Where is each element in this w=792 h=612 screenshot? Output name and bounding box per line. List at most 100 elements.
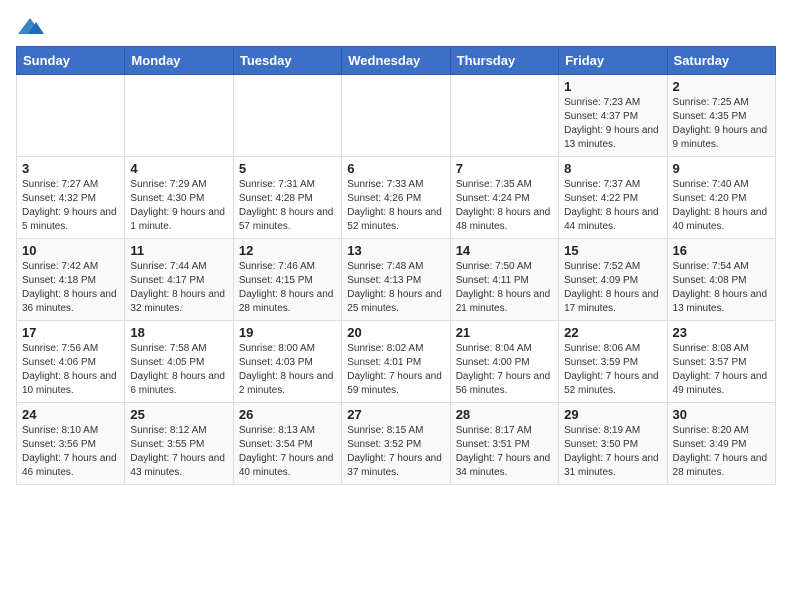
day-cell: 24 Sunrise: 8:10 AMSunset: 3:56 PMDayligh… (17, 403, 125, 485)
day-info: Sunrise: 7:42 AMSunset: 4:18 PMDaylight:… (22, 260, 119, 316)
day-info: Sunrise: 7:54 AMSunset: 4:08 PMDaylight:… (673, 260, 770, 316)
day-number: 30 (673, 407, 770, 422)
day-number: 23 (673, 325, 770, 340)
day-info: Sunrise: 8:00 AMSunset: 4:03 PMDaylight:… (239, 342, 336, 398)
day-cell: 11 Sunrise: 7:44 AMSunset: 4:17 PMDayligh… (125, 239, 233, 321)
day-cell: 15 Sunrise: 7:52 AMSunset: 4:09 PMDayligh… (559, 239, 667, 321)
week-row-2: 3 Sunrise: 7:27 AMSunset: 4:32 PMDaylight… (17, 157, 776, 239)
day-cell: 28Sunrise: 8:17 AMSunset: 3:51 PMDayligh… (450, 403, 558, 485)
day-cell: 20 Sunrise: 8:02 AMSunset: 4:01 PMDayligh… (342, 321, 450, 403)
day-cell: 17 Sunrise: 7:56 AMSunset: 4:06 PMDayligh… (17, 321, 125, 403)
day-info: Sunrise: 8:12 AMSunset: 3:55 PMDaylight:… (130, 424, 227, 480)
day-info: Sunrise: 7:25 AMSunset: 4:35 PMDaylight:… (673, 96, 770, 152)
day-info: Sunrise: 8:08 AMSunset: 3:57 PMDaylight:… (673, 342, 770, 398)
day-info: Sunrise: 7:48 AMSunset: 4:13 PMDaylight:… (347, 260, 444, 316)
day-cell: 18 Sunrise: 7:58 AMSunset: 4:05 PMDayligh… (125, 321, 233, 403)
day-info: Sunrise: 8:10 AMSunset: 3:56 PMDaylight:… (22, 424, 119, 480)
day-info: Sunrise: 7:56 AMSunset: 4:06 PMDaylight:… (22, 342, 119, 398)
day-info: Sunrise: 7:35 AMSunset: 4:24 PMDaylight:… (456, 178, 553, 234)
header (16, 16, 776, 38)
day-number: 24 (22, 407, 119, 422)
day-cell: 6Sunrise: 7:33 AMSunset: 4:26 PMDaylight… (342, 157, 450, 239)
day-info: Sunrise: 8:17 AMSunset: 3:51 PMDaylight:… (456, 424, 553, 480)
day-number: 25 (130, 407, 227, 422)
header-sunday: Sunday (17, 47, 125, 75)
day-number: 17 (22, 325, 119, 340)
day-number: 20 (347, 325, 444, 340)
week-row-4: 17 Sunrise: 7:56 AMSunset: 4:06 PMDayligh… (17, 321, 776, 403)
week-row-1: 1Sunrise: 7:23 AMSunset: 4:37 PMDaylight… (17, 75, 776, 157)
day-cell (17, 75, 125, 157)
day-cell: 19 Sunrise: 8:00 AMSunset: 4:03 PMDayligh… (233, 321, 341, 403)
header-saturday: Saturday (667, 47, 775, 75)
header-friday: Friday (559, 47, 667, 75)
calendar-table: SundayMondayTuesdayWednesdayThursdayFrid… (16, 46, 776, 485)
day-number: 29 (564, 407, 661, 422)
day-number: 18 (130, 325, 227, 340)
day-info: Sunrise: 8:19 AMSunset: 3:50 PMDaylight:… (564, 424, 661, 480)
day-cell (450, 75, 558, 157)
logo (16, 16, 46, 38)
day-info: Sunrise: 7:44 AMSunset: 4:17 PMDaylight:… (130, 260, 227, 316)
day-info: Sunrise: 8:20 AMSunset: 3:49 PMDaylight:… (673, 424, 770, 480)
day-number: 19 (239, 325, 336, 340)
day-info: Sunrise: 7:37 AMSunset: 4:22 PMDaylight:… (564, 178, 661, 234)
day-cell: 2 Sunrise: 7:25 AMSunset: 4:35 PMDaylight… (667, 75, 775, 157)
logo-icon (16, 16, 44, 38)
day-info: Sunrise: 8:02 AMSunset: 4:01 PMDaylight:… (347, 342, 444, 398)
day-cell: 16 Sunrise: 7:54 AMSunset: 4:08 PMDayligh… (667, 239, 775, 321)
day-number: 1 (564, 79, 661, 94)
day-cell: 23 Sunrise: 8:08 AMSunset: 3:57 PMDayligh… (667, 321, 775, 403)
day-number: 21 (456, 325, 553, 340)
day-number: 12 (239, 243, 336, 258)
day-number: 5 (239, 161, 336, 176)
day-number: 3 (22, 161, 119, 176)
header-wednesday: Wednesday (342, 47, 450, 75)
header-thursday: Thursday (450, 47, 558, 75)
day-cell: 27 Sunrise: 8:15 AMSunset: 3:52 PMDayligh… (342, 403, 450, 485)
day-cell: 7Sunrise: 7:35 AMSunset: 4:24 PMDaylight… (450, 157, 558, 239)
day-cell: 3 Sunrise: 7:27 AMSunset: 4:32 PMDaylight… (17, 157, 125, 239)
day-number: 6 (347, 161, 444, 176)
day-cell: 14Sunrise: 7:50 AMSunset: 4:11 PMDayligh… (450, 239, 558, 321)
day-number: 11 (130, 243, 227, 258)
day-cell: 26 Sunrise: 8:13 AMSunset: 3:54 PMDayligh… (233, 403, 341, 485)
day-info: Sunrise: 7:40 AMSunset: 4:20 PMDaylight:… (673, 178, 770, 234)
day-info: Sunrise: 7:52 AMSunset: 4:09 PMDaylight:… (564, 260, 661, 316)
day-number: 15 (564, 243, 661, 258)
day-number: 27 (347, 407, 444, 422)
calendar-header-row: SundayMondayTuesdayWednesdayThursdayFrid… (17, 47, 776, 75)
day-cell: 29 Sunrise: 8:19 AMSunset: 3:50 PMDayligh… (559, 403, 667, 485)
day-info: Sunrise: 8:04 AMSunset: 4:00 PMDaylight:… (456, 342, 553, 398)
day-cell: 8Sunrise: 7:37 AMSunset: 4:22 PMDaylight… (559, 157, 667, 239)
day-number: 10 (22, 243, 119, 258)
day-cell: 30 Sunrise: 8:20 AMSunset: 3:49 PMDayligh… (667, 403, 775, 485)
day-number: 9 (673, 161, 770, 176)
day-cell (342, 75, 450, 157)
day-info: Sunrise: 7:50 AMSunset: 4:11 PMDaylight:… (456, 260, 553, 316)
week-row-5: 24 Sunrise: 8:10 AMSunset: 3:56 PMDayligh… (17, 403, 776, 485)
day-info: Sunrise: 8:15 AMSunset: 3:52 PMDaylight:… (347, 424, 444, 480)
day-cell: 13 Sunrise: 7:48 AMSunset: 4:13 PMDayligh… (342, 239, 450, 321)
day-number: 16 (673, 243, 770, 258)
day-info: Sunrise: 7:27 AMSunset: 4:32 PMDaylight:… (22, 178, 119, 234)
day-number: 22 (564, 325, 661, 340)
day-cell: 12 Sunrise: 7:46 AMSunset: 4:15 PMDayligh… (233, 239, 341, 321)
day-cell: 10 Sunrise: 7:42 AMSunset: 4:18 PMDayligh… (17, 239, 125, 321)
header-tuesday: Tuesday (233, 47, 341, 75)
day-info: Sunrise: 7:46 AMSunset: 4:15 PMDaylight:… (239, 260, 336, 316)
day-number: 13 (347, 243, 444, 258)
day-info: Sunrise: 8:13 AMSunset: 3:54 PMDaylight:… (239, 424, 336, 480)
day-info: Sunrise: 7:29 AMSunset: 4:30 PMDaylight:… (130, 178, 227, 234)
day-info: Sunrise: 7:58 AMSunset: 4:05 PMDaylight:… (130, 342, 227, 398)
day-cell: 9 Sunrise: 7:40 AMSunset: 4:20 PMDaylight… (667, 157, 775, 239)
day-cell (233, 75, 341, 157)
day-cell: 4Sunrise: 7:29 AMSunset: 4:30 PMDaylight… (125, 157, 233, 239)
day-cell (125, 75, 233, 157)
header-monday: Monday (125, 47, 233, 75)
day-cell: 21 Sunrise: 8:04 AMSunset: 4:00 PMDayligh… (450, 321, 558, 403)
day-number: 26 (239, 407, 336, 422)
day-number: 2 (673, 79, 770, 94)
day-cell: 25 Sunrise: 8:12 AMSunset: 3:55 PMDayligh… (125, 403, 233, 485)
day-cell: 5Sunrise: 7:31 AMSunset: 4:28 PMDaylight… (233, 157, 341, 239)
